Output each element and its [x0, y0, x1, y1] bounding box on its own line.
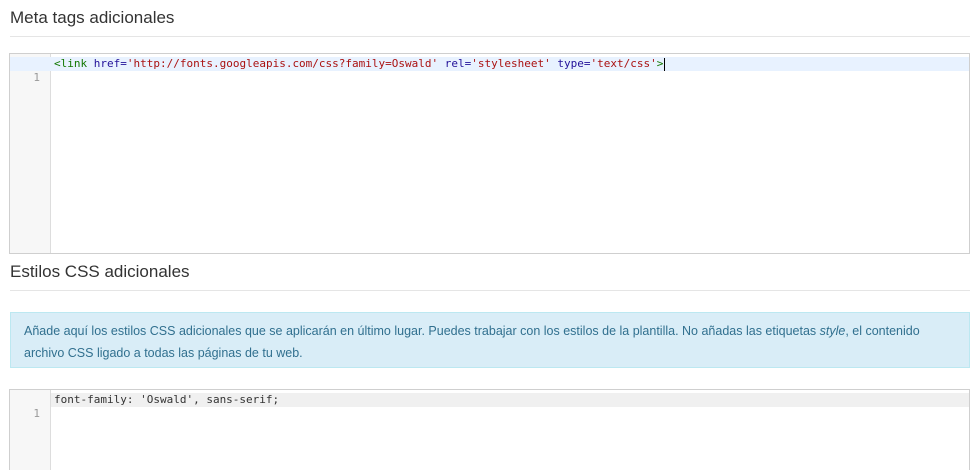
css-info-alert: Añade aquí los estilos CSS adicionales q… — [10, 312, 970, 368]
css-editor-line-1[interactable]: 1 font-family: 'Oswald', sans-serif; — [33, 393, 969, 420]
info-text-b: , el contenido — [845, 324, 920, 338]
info-text-a: Añade aquí los estilos CSS adicionales q… — [24, 324, 820, 338]
css-code-text[interactable]: font-family: 'Oswald', sans-serif; — [54, 393, 279, 407]
css-editor-gutter — [10, 390, 51, 470]
value-rel: 'stylesheet' — [471, 57, 551, 70]
tag-open: <link — [54, 57, 88, 70]
meta-tags-code-editor[interactable]: 1 <link href='http://fonts.googleapis.co… — [9, 53, 970, 254]
css-code-editor[interactable]: 1 font-family: 'Oswald', sans-serif; — [9, 389, 970, 470]
meta-tags-divider — [10, 36, 970, 37]
css-title: Estilos CSS adicionales — [10, 262, 190, 281]
meta-code-text[interactable]: <link href='http://fonts.googleapis.com/… — [54, 57, 666, 71]
line-number: 1 — [33, 407, 40, 420]
attr-href: href= — [93, 57, 127, 70]
meta-tags-title: Meta tags adicionales — [10, 8, 175, 27]
info-line-2: archivo CSS ligado a todas las páginas d… — [24, 346, 303, 360]
css-divider — [10, 290, 970, 291]
tag-close: > — [656, 57, 664, 70]
attr-rel: rel= — [444, 57, 472, 70]
text-cursor — [664, 57, 666, 71]
info-style-word: style — [819, 324, 846, 338]
meta-editor-line-1[interactable]: 1 <link href='http://fonts.googleapis.co… — [10, 57, 969, 84]
value-type: 'text/css' — [590, 57, 657, 70]
line-number: 1 — [33, 71, 40, 84]
info-line-1: Añade aquí los estilos CSS adicionales q… — [24, 320, 956, 342]
attr-type: type= — [557, 57, 591, 70]
value-href: 'http://fonts.googleapis.com/css?family=… — [126, 57, 439, 70]
